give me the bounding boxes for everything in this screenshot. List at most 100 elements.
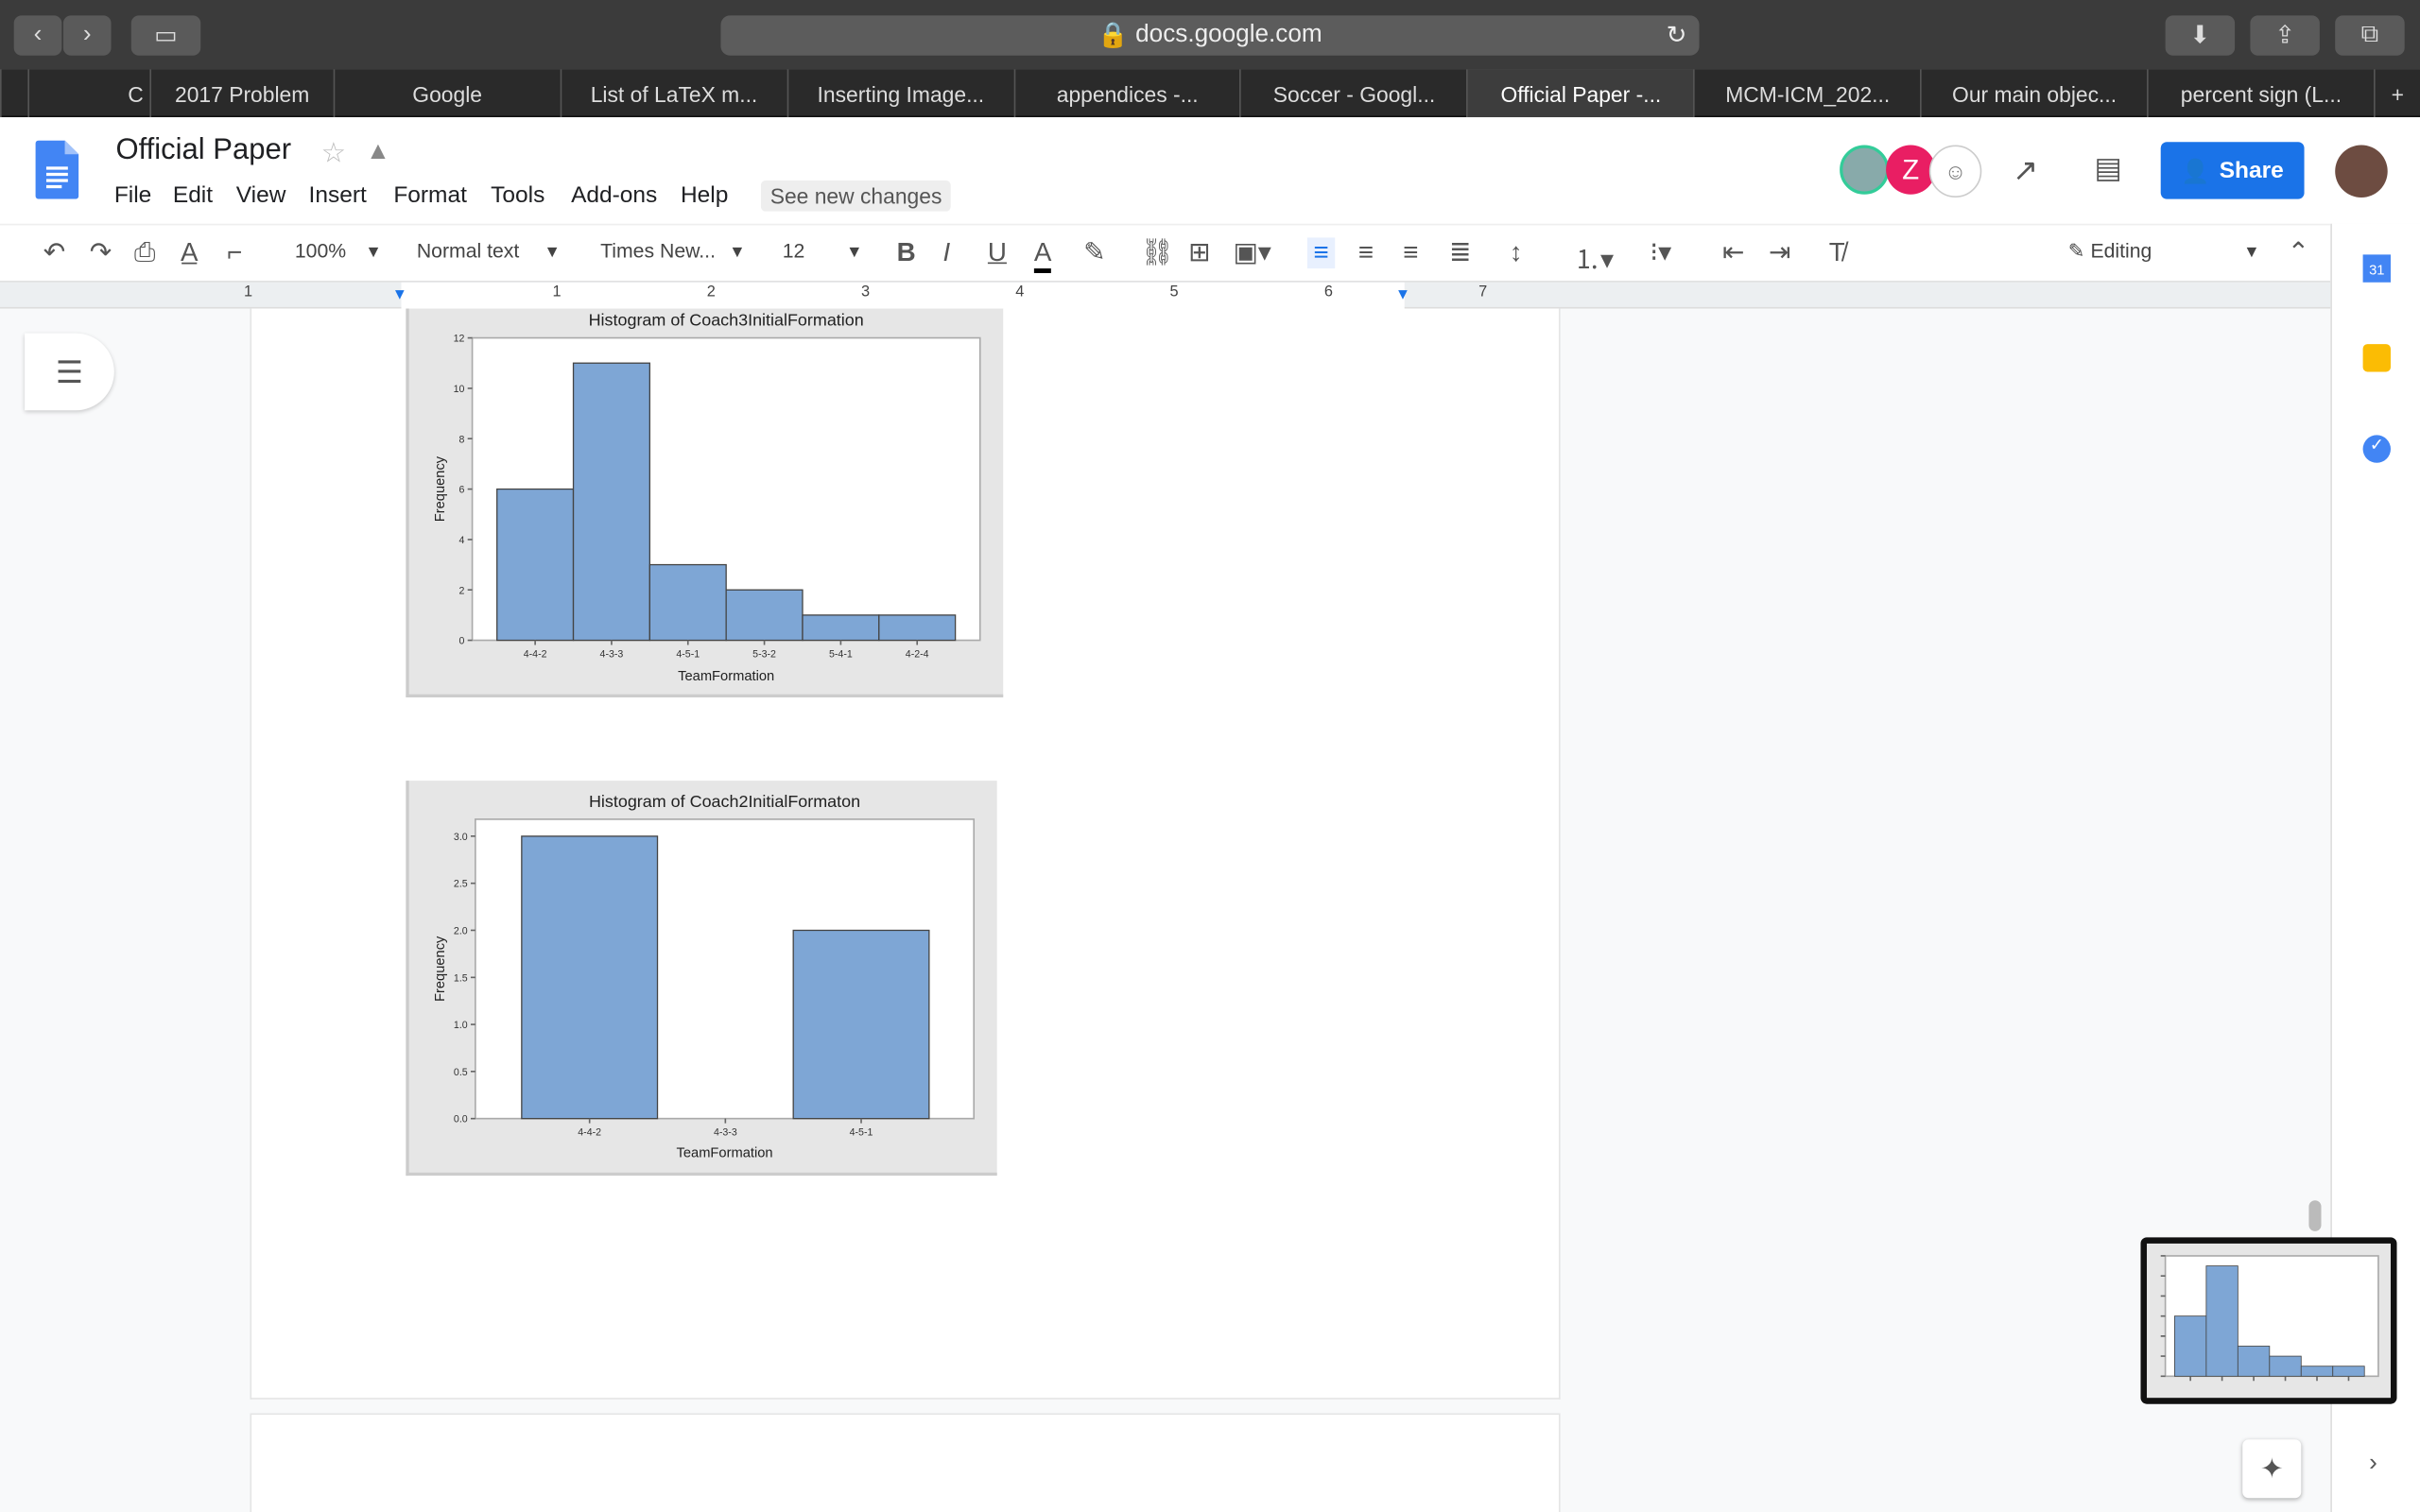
x-tick-label: 5-3-2 bbox=[752, 649, 776, 661]
move-to-drive-icon[interactable]: ▲ bbox=[366, 139, 390, 166]
bulleted-list-icon[interactable]: ⁝▾ bbox=[1650, 237, 1671, 268]
browser-tab[interactable]: Official Paper -... bbox=[1466, 69, 1694, 118]
right-indent-marker[interactable]: ▼ bbox=[1395, 287, 1410, 304]
text-color-icon[interactable]: A bbox=[1033, 237, 1052, 273]
share-sheet-icon[interactable]: ⇪ bbox=[2250, 15, 2320, 56]
collapse-toolbar-icon[interactable]: ⌃ bbox=[2288, 237, 2309, 268]
undo-icon[interactable]: ↶ bbox=[43, 237, 65, 268]
line-spacing-icon[interactable]: ↕ bbox=[1510, 237, 1523, 268]
histogram-bar bbox=[521, 835, 659, 1120]
font-select[interactable]: Times New... ▾ bbox=[600, 239, 742, 264]
share-button[interactable]: 👤 Share bbox=[2160, 142, 2305, 199]
comments-icon[interactable]: ▤ bbox=[2095, 151, 2122, 187]
menu-edit[interactable]: Edit bbox=[173, 182, 213, 209]
document-title[interactable]: Official Paper bbox=[115, 134, 291, 168]
forward-button[interactable]: › bbox=[62, 15, 112, 56]
explore-icon[interactable]: ✦ bbox=[2242, 1439, 2302, 1499]
browser-tab[interactable]: Inserting Image... bbox=[786, 69, 1013, 118]
new-tab-button[interactable]: + bbox=[2374, 69, 2420, 118]
menu-format[interactable]: Format bbox=[393, 182, 467, 209]
account-avatar[interactable] bbox=[2335, 145, 2388, 198]
collaborator-avatar[interactable] bbox=[1840, 145, 1890, 195]
left-indent-marker[interactable]: ▼ bbox=[392, 287, 407, 304]
add-comment-icon[interactable]: ⊞ bbox=[1188, 237, 1210, 268]
browser-tab[interactable]: Soccer - Googl... bbox=[1239, 69, 1467, 118]
ruler-number: 1 bbox=[552, 284, 562, 301]
editing-mode-select[interactable]: ✎ Editing ▾ bbox=[2068, 239, 2257, 264]
numbered-list-icon[interactable]: ⒈▾ bbox=[1574, 237, 1614, 276]
align-left-icon[interactable]: ≡ bbox=[1306, 237, 1336, 269]
star-icon[interactable]: ☆ bbox=[321, 137, 346, 169]
see-new-changes-button[interactable]: See new changes bbox=[760, 180, 952, 212]
document-page[interactable] bbox=[250, 1413, 1561, 1512]
keep-icon[interactable] bbox=[2362, 344, 2391, 372]
ruler[interactable]: ▼ ▼ 1 1 2 3 4 5 6 7 bbox=[0, 282, 2331, 309]
redo-icon[interactable]: ↷ bbox=[90, 237, 112, 268]
tasks-icon[interactable]: ✓ bbox=[2362, 435, 2391, 463]
browser-tab[interactable]: List of LaTeX m... bbox=[560, 69, 786, 118]
increase-indent-icon[interactable]: ⇥ bbox=[1769, 237, 1790, 268]
histogram-image-coach2[interactable]: Histogram of Coach2InitialFormaton TeamFo… bbox=[406, 781, 997, 1177]
spellcheck-icon[interactable]: A̲ bbox=[181, 237, 199, 268]
browser-tab[interactable]: appendices -... bbox=[1012, 69, 1240, 118]
address-bar[interactable]: 🔒 docs.google.com ↻ bbox=[720, 15, 1700, 56]
histogram-image-coach3[interactable]: Histogram of Coach3InitialFormation TeamF… bbox=[406, 308, 1004, 697]
bold-icon[interactable]: B bbox=[897, 237, 916, 268]
align-right-icon[interactable]: ≡ bbox=[1403, 237, 1418, 268]
menu-view[interactable]: View bbox=[236, 182, 286, 209]
align-center-icon[interactable]: ≡ bbox=[1358, 237, 1374, 268]
document-outline-icon[interactable]: ☰ bbox=[25, 333, 114, 411]
menu-insert[interactable]: Insert bbox=[309, 182, 367, 209]
histogram-bar bbox=[496, 488, 575, 642]
screen: ‹ › ▭ 🔒 docs.google.com ↻ ⬇ ⇪ ⧉ C 2017 Pro… bbox=[0, 0, 2420, 1512]
font-size-value: 12 bbox=[782, 239, 805, 263]
style-select[interactable]: Normal text ▾ bbox=[417, 239, 558, 264]
menu-help[interactable]: Help bbox=[681, 182, 728, 209]
browser-tab[interactable]: 2017 Problem bbox=[149, 69, 333, 118]
activity-trend-icon[interactable]: ↗ bbox=[2013, 151, 2038, 190]
download-icon[interactable]: ⬇ bbox=[2165, 15, 2236, 56]
menu-file[interactable]: File bbox=[114, 182, 151, 209]
y-tick-label: 4 bbox=[459, 535, 465, 546]
y-axis-label: Frequency bbox=[433, 455, 448, 522]
scrollbar-thumb[interactable] bbox=[2308, 1200, 2322, 1231]
y-tick-label: 1.5 bbox=[454, 972, 468, 984]
decrease-indent-icon[interactable]: ⇤ bbox=[1722, 237, 1744, 268]
picture-in-picture-thumbnail[interactable] bbox=[2140, 1237, 2397, 1404]
clear-formatting-icon[interactable]: T̸ bbox=[1829, 237, 1845, 268]
zoom-select[interactable]: 100% ▾ bbox=[295, 239, 379, 264]
underline-icon[interactable]: U bbox=[988, 237, 1007, 268]
print-icon[interactable]: ⎙ bbox=[134, 237, 155, 268]
y-tick-label: 0.5 bbox=[454, 1067, 468, 1078]
browser-tab[interactable]: percent sign (L... bbox=[2147, 69, 2374, 118]
browser-tab[interactable]: Google bbox=[333, 69, 560, 118]
font-value: Times New... bbox=[600, 239, 716, 263]
font-size-select[interactable]: 12 ▾ bbox=[783, 239, 859, 264]
highlight-icon[interactable]: ✎ bbox=[1083, 237, 1105, 268]
sidebar-toggle-icon[interactable]: ▭ bbox=[130, 15, 201, 56]
histogram-bar bbox=[2173, 1315, 2207, 1377]
browser-tab[interactable]: C bbox=[27, 69, 149, 118]
browser-tab[interactable] bbox=[0, 69, 27, 118]
browser-tab[interactable]: MCM-ICM_202... bbox=[1693, 69, 1921, 118]
insert-image-icon[interactable]: ▣▾ bbox=[1233, 237, 1270, 268]
browser-tab[interactable]: Our main objec... bbox=[1920, 69, 2147, 118]
histogram-bar bbox=[2205, 1265, 2238, 1377]
anonymous-viewers-icon[interactable]: ☺ bbox=[1928, 145, 1982, 198]
menu-tools[interactable]: Tools bbox=[491, 182, 544, 209]
back-button[interactable]: ‹ bbox=[13, 15, 62, 56]
italic-icon[interactable]: I bbox=[943, 237, 951, 268]
lock-icon: 🔒 bbox=[1098, 23, 1136, 50]
menu-add-ons[interactable]: Add-ons bbox=[571, 182, 657, 209]
x-tick-label: 4-2-4 bbox=[906, 649, 929, 661]
calendar-icon[interactable]: 31 bbox=[2362, 254, 2391, 283]
tabs-overview-icon[interactable]: ⧉ bbox=[2335, 15, 2405, 56]
expand-panel-icon[interactable]: › bbox=[2369, 1451, 2377, 1478]
justify-icon[interactable]: ≣ bbox=[1449, 237, 1471, 268]
docs-logo-icon bbox=[35, 140, 79, 199]
x-tick-label: 4-4-2 bbox=[578, 1127, 601, 1139]
paint-format-icon[interactable]: ⌐ bbox=[227, 237, 242, 268]
link-icon[interactable]: ⛓ bbox=[1141, 237, 1174, 268]
collaborator-avatar-z[interactable]: Z bbox=[1886, 145, 1936, 195]
reload-icon[interactable]: ↻ bbox=[1667, 20, 1687, 51]
